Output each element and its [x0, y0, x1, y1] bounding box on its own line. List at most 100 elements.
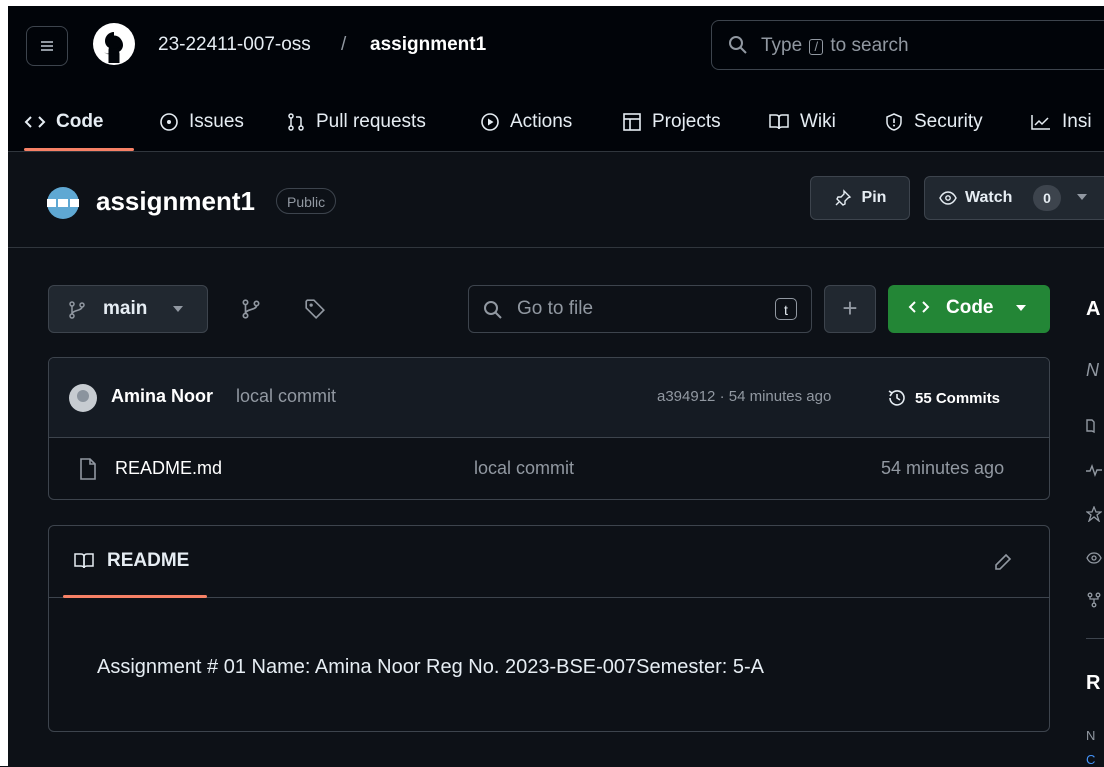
tab-wiki-label: Wiki: [800, 111, 836, 132]
commit-meta[interactable]: a394912 · 54 minutes ago: [657, 388, 831, 405]
tab-issues-label: Issues: [189, 111, 244, 132]
pin-icon: [835, 189, 851, 206]
global-header: 23-22411-007-oss / assignment1 Type / to…: [8, 6, 1104, 152]
triangle-down-icon: [173, 306, 183, 312]
releases-link[interactable]: C: [1086, 752, 1095, 767]
readme-header: README: [49, 526, 1049, 598]
branch-selector[interactable]: main: [48, 285, 208, 333]
repo-nav-tabs: Code Issues Pull requests Actions Projec…: [8, 94, 1104, 151]
about-heading: A: [1086, 298, 1101, 320]
releases-heading: R: [1086, 672, 1101, 694]
pencil-icon[interactable]: [993, 552, 1013, 572]
commits-count-label: 55 Commits: [915, 389, 1001, 407]
search-placeholder: Type / to search: [761, 35, 909, 57]
eye-icon[interactable]: [1086, 550, 1102, 566]
graph-icon: [1031, 115, 1050, 130]
breadcrumb-owner[interactable]: 23-22411-007-oss: [158, 34, 311, 56]
table-row[interactable]: README.md local commit 54 minutes ago: [49, 438, 1049, 499]
go-to-file-placeholder: Go to file: [517, 298, 594, 319]
commit-author[interactable]: Amina Noor: [111, 386, 213, 407]
tab-projects-label: Projects: [652, 111, 721, 132]
readme-tab-label: README: [107, 550, 190, 571]
go-to-file-key-hint: t: [775, 298, 797, 320]
watch-button[interactable]: Watch 0: [924, 176, 1104, 220]
book-icon: [769, 114, 789, 130]
triangle-down-icon: [1016, 305, 1026, 311]
search-icon: [729, 36, 747, 54]
latest-commit-row: Amina Noor local commit a394912 · 54 min…: [49, 358, 1049, 438]
tab-security[interactable]: Security: [884, 94, 983, 150]
repo-name[interactable]: assignment1: [96, 186, 255, 217]
sidebar-divider: [1086, 638, 1104, 639]
visibility-badge: Public: [276, 188, 337, 214]
shield-icon: [886, 113, 902, 131]
table-icon: [623, 113, 641, 131]
pin-button[interactable]: Pin: [810, 176, 910, 220]
git-branch-icon: [69, 301, 85, 319]
tab-insights[interactable]: Insi: [1030, 94, 1092, 150]
search-key-hint: /: [809, 39, 824, 55]
pin-label: Pin: [861, 189, 887, 206]
search-icon: [484, 301, 502, 319]
hamburger-icon: [41, 41, 53, 51]
eye-icon: [939, 191, 957, 205]
play-icon: [481, 113, 499, 131]
code-icon: [24, 116, 46, 128]
about-description: N: [1086, 360, 1099, 380]
avatar[interactable]: [69, 384, 97, 412]
code-icon: [908, 301, 930, 313]
tab-pull-requests-label: Pull requests: [316, 111, 426, 132]
tab-actions[interactable]: Actions: [480, 94, 572, 150]
releases-note: N: [1086, 728, 1096, 743]
repo-header: assignment1 Public Pin Watch 0: [8, 152, 1104, 248]
triangle-down-icon: [1077, 194, 1087, 200]
file-browser: Amina Noor local commit a394912 · 54 min…: [48, 357, 1050, 500]
tab-code[interactable]: Code: [24, 94, 104, 150]
star-icon[interactable]: [1086, 506, 1102, 522]
tab-projects[interactable]: Projects: [622, 94, 721, 150]
add-file-button[interactable]: +: [824, 285, 876, 333]
file-name[interactable]: README.md: [115, 458, 222, 479]
repo-owner-avatar-icon[interactable]: [46, 186, 80, 220]
code-button[interactable]: Code: [888, 285, 1050, 333]
search-prefix: Type: [761, 35, 803, 56]
menu-button[interactable]: [26, 26, 68, 66]
tab-wiki[interactable]: Wiki: [768, 94, 836, 150]
search-input[interactable]: Type / to search: [711, 20, 1104, 70]
readme-panel: README Assignment # 01 Name: Amina Noor …: [48, 525, 1050, 732]
history-icon: [888, 390, 905, 406]
github-logo-icon[interactable]: [92, 22, 136, 66]
tab-code-label: Code: [56, 111, 104, 132]
book-icon: [74, 553, 94, 569]
file-icon: [80, 458, 96, 480]
tab-readme[interactable]: README: [73, 550, 189, 572]
issue-opened-icon: [160, 113, 178, 131]
book-icon[interactable]: [1086, 418, 1102, 434]
window-frame-left: [0, 0, 8, 766]
watch-label: Watch: [965, 189, 1013, 206]
tag-icon[interactable]: [304, 298, 326, 320]
commit-message[interactable]: local commit: [236, 386, 336, 407]
git-pull-request-icon: [288, 113, 304, 131]
active-tab-indicator: [63, 595, 207, 598]
code-button-label: Code: [946, 297, 994, 318]
repo-forked-icon[interactable]: [1086, 592, 1102, 608]
branches-icon[interactable]: [240, 298, 262, 320]
search-suffix: to search: [830, 35, 909, 56]
breadcrumb-repo[interactable]: assignment1: [370, 34, 486, 56]
active-tab-indicator: [24, 148, 134, 151]
breadcrumb-separator: /: [341, 34, 347, 55]
tab-insights-label: Insi: [1062, 111, 1092, 132]
watch-count: 0: [1033, 185, 1061, 211]
branch-name: main: [103, 298, 148, 319]
file-commit-message[interactable]: local commit: [474, 458, 574, 479]
tab-pull-requests[interactable]: Pull requests: [286, 94, 426, 150]
tab-security-label: Security: [914, 111, 983, 132]
pulse-icon[interactable]: [1086, 462, 1102, 478]
tab-issues[interactable]: Issues: [159, 94, 244, 150]
commits-link[interactable]: 55 Commits: [887, 388, 1000, 408]
tab-actions-label: Actions: [510, 111, 573, 132]
file-commit-time: 54 minutes ago: [881, 458, 1005, 478]
readme-content: Assignment # 01 Name: Amina Noor Reg No.…: [97, 656, 764, 678]
go-to-file-input[interactable]: Go to file t: [468, 285, 812, 333]
